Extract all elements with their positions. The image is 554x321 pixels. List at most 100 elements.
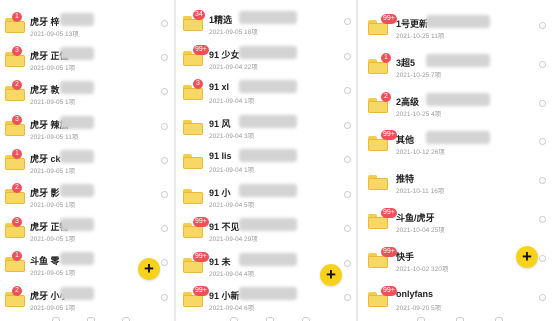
folder-list-item[interactable]: 2 虎牙 小小 2021-09-05 1项: [0, 282, 174, 318]
select-radio[interactable]: [539, 216, 546, 223]
folder-icon: [183, 119, 203, 135]
redaction-blur: [60, 286, 94, 300]
folder-list-item[interactable]: 99+ onlyfans 2021-09-20 5项: [358, 282, 554, 318]
folder-date-count: 2021-10-25 4项: [396, 110, 442, 118]
folder-name: 虎牙 影: [30, 188, 60, 198]
add-folder-button[interactable]: +: [516, 246, 538, 268]
select-radio[interactable]: [161, 156, 168, 164]
folder-name: 91 少女: [209, 49, 240, 60]
redaction-blur: [60, 13, 94, 26]
folder-list-item[interactable]: 99+ 91 小新 2021-09-04 6项: [176, 282, 356, 318]
folder-date-count: 2021-09-05 1项: [30, 304, 76, 312]
folder-date-count: 2021-09-05 1项: [30, 270, 76, 278]
folder-list-item[interactable]: 99+ 其他 2021-10-12 26项: [358, 126, 554, 162]
unread-count-badge: 99+: [381, 14, 397, 24]
select-radio[interactable]: [161, 20, 168, 27]
folder-name: 推特: [396, 174, 415, 185]
unread-count-badge: 99+: [381, 208, 397, 218]
folder-list-item[interactable]: 1 虎牙 ck 2021-09-05 1项: [0, 145, 174, 181]
select-radio[interactable]: [539, 254, 546, 262]
folder-list-item[interactable]: 2 虎牙 敦 2021-09-05 1项: [0, 76, 174, 112]
select-radio[interactable]: [161, 122, 168, 130]
folder-list-item[interactable]: 91 小 2021-09-04 5项: [176, 179, 356, 215]
folder-list-item[interactable]: 3 虎牙 辣加 2021-09-05 11项: [0, 111, 174, 147]
folder-list-item[interactable]: 3 91 xl 2021-09-04 1项: [176, 75, 356, 111]
add-folder-button[interactable]: +: [320, 264, 342, 286]
redaction-blur: [239, 218, 297, 231]
folder-name: 91 小: [209, 187, 231, 198]
folder-list-item[interactable]: 99+ 1号更新 2021-10-25 11项: [358, 10, 554, 46]
folder-date-count: 2021-09-04 1项: [209, 98, 255, 105]
select-radio[interactable]: [344, 87, 351, 94]
folder-name: 3超5: [396, 57, 416, 68]
add-folder-button[interactable]: +: [138, 258, 160, 280]
select-radio[interactable]: [161, 191, 168, 198]
select-radio[interactable]: [539, 293, 546, 301]
system-nav-bar: [0, 315, 174, 321]
folder-name: 91 小新: [209, 291, 240, 301]
select-radio[interactable]: [539, 138, 546, 146]
redaction-blur: [239, 11, 297, 24]
select-radio[interactable]: [161, 54, 168, 62]
folder-date-count: 2021-09-20 5项: [396, 304, 442, 312]
folder-date-count: 2021-10-04 25项: [396, 227, 445, 234]
folder-list-item[interactable]: 99+ 91 不见 2021-09-04 29项: [176, 213, 356, 249]
folder-icon: [183, 154, 203, 169]
folder-name: 91 xl: [209, 82, 230, 92]
unread-count-badge: 99+: [193, 217, 209, 227]
folder-name: 2高级: [396, 96, 420, 107]
folder-list-item[interactable]: 1 3超5 2021-10-25 7项: [358, 49, 554, 85]
select-radio[interactable]: [344, 18, 351, 25]
select-radio[interactable]: [161, 293, 168, 301]
folder-list-item[interactable]: 3 虎牙 正物 2021-09-05 1项: [0, 213, 174, 249]
redaction-blur: [239, 80, 297, 93]
redaction-blur: [239, 45, 297, 59]
select-radio[interactable]: [539, 22, 546, 29]
unread-count-badge: 1: [12, 12, 22, 22]
folder-date-count: 2021-09-04 22项: [209, 63, 258, 71]
redaction-blur: [426, 92, 490, 106]
unread-count-badge: 99+: [193, 251, 209, 262]
select-radio[interactable]: [539, 60, 546, 68]
folder-date-count: 2021-09-05 11项: [30, 133, 79, 141]
select-radio[interactable]: [344, 259, 351, 267]
folder-list-item[interactable]: 2 2高级 2021-10-25 4项: [358, 88, 554, 124]
redaction-blur: [426, 131, 490, 145]
folder-list-item[interactable]: 91 lis 2021-09-04 1项: [176, 144, 356, 180]
folder-list-item[interactable]: 99+ 斗鱼/虎牙 2021-10-04 25项: [358, 204, 554, 240]
folder-date-count: 2021-09-04 3项: [209, 132, 255, 140]
select-radio[interactable]: [344, 225, 351, 232]
folder-date-count: 2021-09-05 1项: [30, 65, 76, 73]
folder-list-item[interactable]: 3 虎牙 正懂 2021-09-05 1项: [0, 42, 174, 78]
select-radio[interactable]: [161, 259, 168, 267]
redaction-blur: [239, 183, 297, 197]
folder-list-item[interactable]: 91 风 2021-09-04 3项: [176, 110, 356, 146]
select-radio[interactable]: [344, 156, 351, 163]
select-radio[interactable]: [539, 99, 546, 107]
select-radio[interactable]: [539, 177, 546, 185]
unread-count-badge: 2: [12, 183, 22, 193]
unread-count-badge: 99+: [381, 246, 397, 257]
folder-list-item[interactable]: 推特 2021-10-11 16项: [358, 165, 554, 201]
unread-count-badge: 99+: [381, 285, 397, 296]
folder-list-item[interactable]: 2 虎牙 影 2021-09-05 1项: [0, 179, 174, 215]
folder-date-count: 2021-09-05 1项: [30, 202, 76, 209]
select-radio[interactable]: [161, 225, 168, 233]
select-radio[interactable]: [344, 294, 351, 301]
folder-name: 虎牙 ck: [30, 153, 61, 164]
folder-list-item[interactable]: 1 虎牙 梓 2021-09-05 13项: [0, 8, 174, 44]
folder-list-panel-2: 34 1精选 2021-09-05 18项 99+ 91 少女 2021-09-04 22…: [176, 0, 356, 321]
redaction-blur: [60, 47, 94, 61]
select-radio[interactable]: [161, 88, 168, 96]
folder-name: 91 lis: [209, 151, 232, 161]
redaction-blur: [239, 114, 297, 128]
folder-list-item[interactable]: 34 1精选 2021-09-05 18项: [176, 6, 356, 42]
folder-list-panel-3: 99+ 1号更新 2021-10-25 11项 1 3超5 2021-10-25 7项 2 2…: [358, 0, 554, 321]
folder-date-count: 2021-09-05 1项: [30, 99, 76, 107]
select-radio[interactable]: [344, 190, 351, 198]
select-radio[interactable]: [344, 121, 351, 129]
select-radio[interactable]: [344, 52, 351, 60]
folder-name: 91 未: [209, 256, 231, 267]
folder-list-item[interactable]: 99+ 91 少女 2021-09-04 22项: [176, 41, 356, 77]
redaction-blur: [239, 287, 297, 300]
